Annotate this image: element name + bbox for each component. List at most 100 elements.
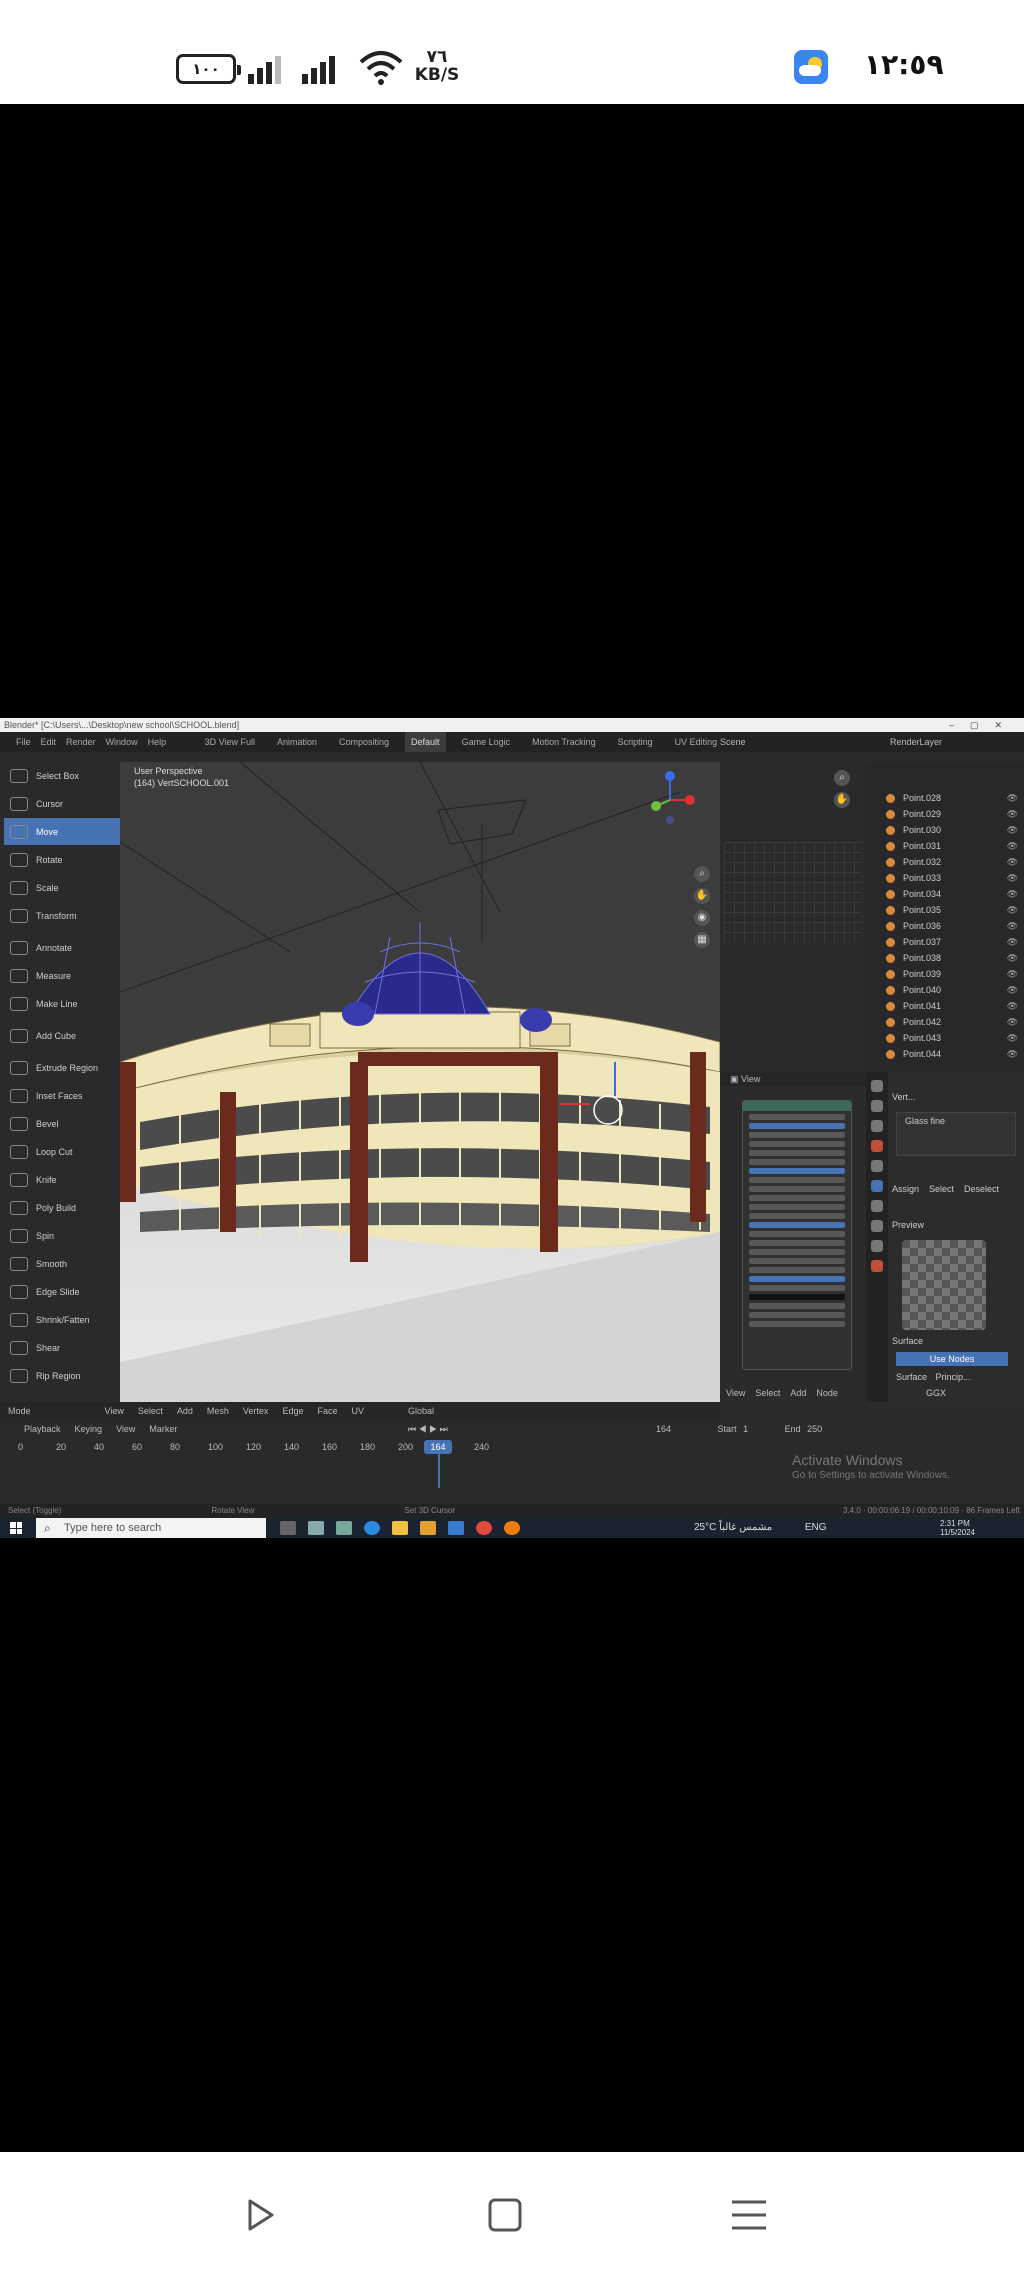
header-menu-global[interactable]: Global [408,1406,434,1416]
grid-icon[interactable]: ▦ [694,932,710,948]
blender-video-frame[interactable]: Blender* [C:\Users\...\Desktop\new schoo… [0,718,1024,1538]
visibility-icon[interactable]: 👁 [1007,905,1018,916]
home-square-icon[interactable] [482,2192,528,2238]
tool-add-cube[interactable]: Add Cube [4,1022,120,1050]
properties-tabs[interactable] [866,1072,888,1402]
taskbar-clock[interactable]: 2:31 PM 11/5/2024 [940,1519,990,1537]
material-deselect-button[interactable]: Deselect [964,1184,999,1194]
workspace-tab[interactable]: Motion Tracking [526,732,602,752]
outliner-item[interactable]: Point.034 👁 [866,886,1024,902]
menu-edit[interactable]: Edit [41,737,57,747]
tool-knife[interactable]: Knife [4,1166,120,1194]
principled-bsdf-node[interactable] [742,1100,852,1370]
timeline-menu-marker[interactable]: Marker [149,1424,177,1434]
visibility-icon[interactable]: 👁 [1007,953,1018,964]
tool-poly-build[interactable]: Poly Build [4,1194,120,1222]
playhead[interactable] [438,1454,440,1488]
render-layer-selector[interactable]: RenderLayer [890,732,942,752]
header-menu-mode[interactable]: Mode [8,1406,31,1416]
header-menu-uv[interactable]: UV [351,1406,364,1416]
tool-smooth[interactable]: Smooth [4,1250,120,1278]
menu-render[interactable]: Render [66,737,96,747]
menu-help[interactable]: Help [148,737,167,747]
app-icon[interactable] [308,1521,324,1535]
tool-shrink-fatten[interactable]: Shrink/Fatten [4,1306,120,1334]
outliner-item[interactable]: Point.038 👁 [866,950,1024,966]
header-menu-view[interactable]: View [105,1406,124,1416]
visibility-icon[interactable]: 👁 [1007,937,1018,948]
playback-controls[interactable]: ⏮ ◀ ▶ ⏭ [408,1424,448,1434]
navigation-gizmo[interactable] [640,770,700,830]
header-menu-select[interactable]: Select [138,1406,163,1416]
timeline[interactable]: Playback Keying View Marker ⏮ ◀ ▶ ⏭ 164 Sta… [0,1420,1024,1504]
end-frame[interactable]: 250 [807,1424,822,1434]
visibility-icon[interactable]: 👁 [1007,857,1018,868]
pan-icon-2[interactable]: ✋ [834,792,850,808]
outliner-item[interactable]: Point.036 👁 [866,918,1024,934]
tool-shear[interactable]: Shear [4,1334,120,1362]
pan-icon[interactable]: ✋ [694,888,710,904]
timeline-menu-view[interactable]: View [116,1424,135,1434]
folder-icon[interactable] [392,1521,408,1535]
taskbar-search[interactable]: Type here to search [36,1518,266,1538]
visibility-icon[interactable]: 👁 [1007,793,1018,804]
outliner-item[interactable]: Point.044 👁 [866,1046,1024,1062]
header-menu-vertex[interactable]: Vertex [243,1406,269,1416]
shader-menu-node[interactable]: Node [816,1388,838,1398]
tool-move[interactable]: Move [4,818,120,846]
header-menu-edge[interactable]: Edge [282,1406,303,1416]
visibility-icon[interactable]: 👁 [1007,825,1018,836]
visibility-icon[interactable]: 👁 [1007,809,1018,820]
tool-edge-slide[interactable]: Edge Slide [4,1278,120,1306]
current-frame[interactable]: 164 [656,1424,671,1434]
chrome-icon[interactable] [476,1521,492,1535]
outliner-item[interactable]: Point.042 👁 [866,1014,1024,1030]
timeline-menu-keying[interactable]: Keying [75,1424,103,1434]
shader-menu-select[interactable]: Select [755,1388,780,1398]
visibility-icon[interactable]: 👁 [1007,985,1018,996]
outliner-item[interactable]: Point.041 👁 [866,998,1024,1014]
menu-file[interactable]: File [16,737,31,747]
shader-menu-view[interactable]: View [726,1388,745,1398]
material-assign-button[interactable]: Assign [892,1184,919,1194]
zoom-icon-2[interactable]: ⌕ [834,770,850,786]
outliner-item[interactable]: Point.040 👁 [866,982,1024,998]
visibility-icon[interactable]: 👁 [1007,1033,1018,1044]
store-icon[interactable] [420,1521,436,1535]
tool-inset-faces[interactable]: Inset Faces [4,1082,120,1110]
shader-editor[interactable]: ▣ View View Select Add Node [720,1072,866,1402]
header-menu-add[interactable]: Add [177,1406,193,1416]
header-menu-face[interactable]: Face [317,1406,337,1416]
outliner-item[interactable]: Point.039 👁 [866,966,1024,982]
visibility-icon[interactable]: 👁 [1007,1001,1018,1012]
zoom-icon[interactable]: ⌕ [694,866,710,882]
tool-rip-region[interactable]: Rip Region [4,1362,120,1390]
tool-select-box[interactable]: Select Box [4,762,120,790]
outliner-item[interactable]: Point.037 👁 [866,934,1024,950]
shader-menu-add[interactable]: Add [790,1388,806,1398]
menu-icon[interactable] [726,2192,772,2238]
image-editor-area[interactable]: ⌕ ✋ [720,762,866,1072]
workspace-tab[interactable]: Scripting [612,732,659,752]
tool-rotate[interactable]: Rotate [4,846,120,874]
visibility-icon[interactable]: 👁 [1007,841,1018,852]
header-menu-mesh[interactable]: Mesh [207,1406,229,1416]
workspace-tab[interactable]: Game Logic [456,732,517,752]
tool-cursor[interactable]: Cursor [4,790,120,818]
timeline-ruler[interactable]: 020406080100120140160180200220240 [0,1442,700,1456]
edge-icon[interactable] [364,1521,380,1535]
visibility-icon[interactable]: 👁 [1007,921,1018,932]
outliner-item[interactable]: Point.029 👁 [866,806,1024,822]
camera-icon[interactable]: ◉ [694,910,710,926]
workspace-tab[interactable]: 3D View Full [199,732,261,752]
outliner-item[interactable]: Point.032 👁 [866,854,1024,870]
playhead-label[interactable]: 164 [424,1440,452,1454]
tool-make-line[interactable]: Make Line [4,990,120,1018]
workspace-tab[interactable]: Default [405,732,446,752]
material-select-button[interactable]: Select [929,1184,954,1194]
outliner-item[interactable]: Point.043 👁 [866,1030,1024,1046]
distribution-dropdown[interactable]: GGX [926,1388,946,1398]
outliner-item[interactable]: Point.031 👁 [866,838,1024,854]
start-frame[interactable]: 1 [743,1424,748,1434]
outliner-item[interactable]: Point.033 👁 [866,870,1024,886]
